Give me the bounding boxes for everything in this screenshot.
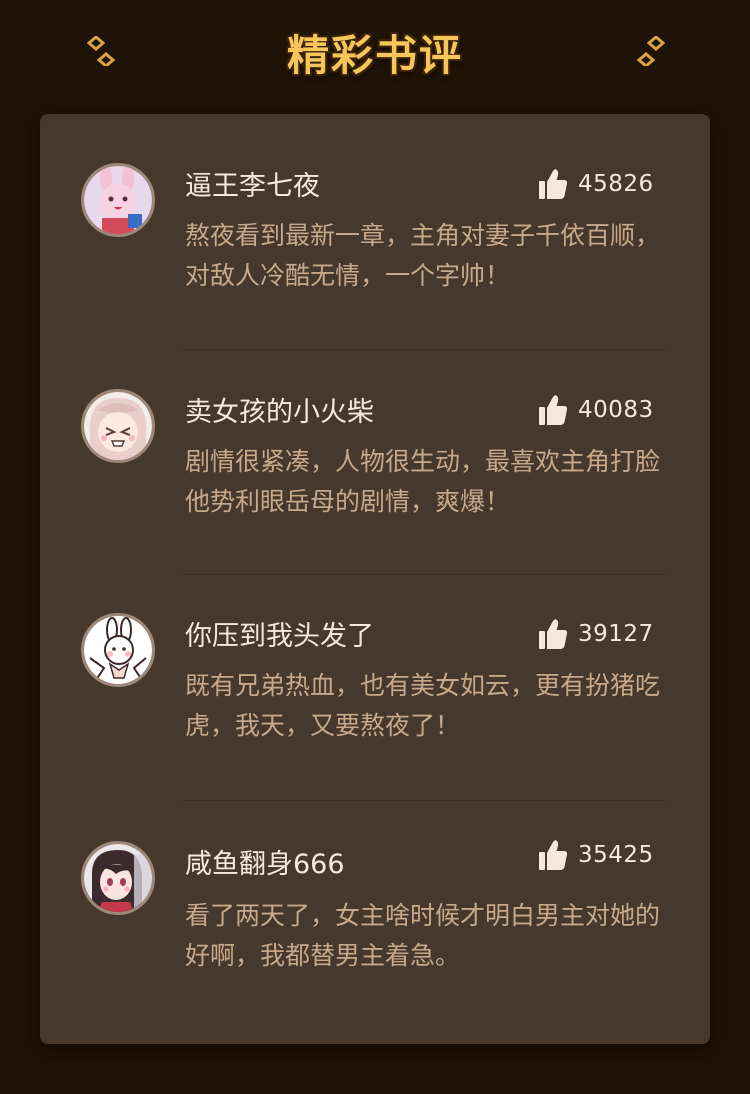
pink-bunny-avatar-icon <box>84 166 152 234</box>
review-text: 剧情很紧凑，人物很生动，最喜欢主角打脸他势利眼岳母的剧情，爽爆！ <box>185 447 661 516</box>
like-button[interactable]: 35425 <box>538 838 654 872</box>
thumbs-up-icon <box>539 169 568 199</box>
reviewer-name: 你压到我头发了 <box>185 621 374 652</box>
avatar[interactable] <box>81 163 155 237</box>
avatar[interactable] <box>81 613 155 687</box>
like-button[interactable]: 39127 <box>538 617 654 651</box>
like-count: 35425 <box>578 842 654 868</box>
anime-girl-avatar-icon <box>84 844 152 912</box>
like-button[interactable]: 40083 <box>538 393 654 427</box>
review-item: 你压到我头发了 39127 既有兄弟热血，也有美女如云，更有扮猪吃虎，我天，又要… <box>40 564 710 790</box>
reviewer-name: 逼王李七夜 <box>185 171 320 202</box>
white-rabbit-avatar-icon <box>84 616 152 684</box>
avatar[interactable] <box>81 841 155 915</box>
reviews-card: 逼王李七夜 45826 熬夜看到最新一章，主角对妻子千依百顺，对敌人冷酷无情，一… <box>40 114 710 1044</box>
ornament-right-icon <box>496 36 666 66</box>
review-item: 逼王李七夜 45826 熬夜看到最新一章，主角对妻子千依百顺，对敌人冷酷无情，一… <box>40 114 710 340</box>
like-count: 40083 <box>578 397 654 423</box>
review-text: 看了两天了，女主啥时候才明白男主对她的好啊，我都替男主着急。 <box>185 901 661 970</box>
like-count: 39127 <box>578 621 654 647</box>
review-text: 既有兄弟热血，也有美女如云，更有扮猪吃虎，我天，又要熬夜了！ <box>185 671 661 740</box>
like-count: 45826 <box>578 171 654 197</box>
reviewer-name: 卖女孩的小火柴 <box>185 397 374 428</box>
like-button[interactable]: 45826 <box>538 167 654 201</box>
reviewer-name: 咸鱼翻身666 <box>185 849 345 880</box>
avatar[interactable] <box>81 389 155 463</box>
review-item: 卖女孩的小火柴 40083 剧情很紧凑，人物很生动，最喜欢主角打脸他势利眼岳母的… <box>40 340 710 566</box>
thumbs-up-icon <box>539 395 568 425</box>
thumbs-up-icon <box>539 840 568 870</box>
review-item: 咸鱼翻身666 35425 看了两天了，女主啥时候才明白男主对她的好啊，我都替男… <box>40 792 710 1018</box>
review-text: 熬夜看到最新一章，主角对妻子千依百顺，对敌人冷酷无情，一个字帅！ <box>185 221 661 290</box>
crying-girl-avatar-icon <box>84 392 152 460</box>
section-header: 精彩书评 <box>0 18 750 88</box>
thumbs-up-icon <box>539 619 568 649</box>
